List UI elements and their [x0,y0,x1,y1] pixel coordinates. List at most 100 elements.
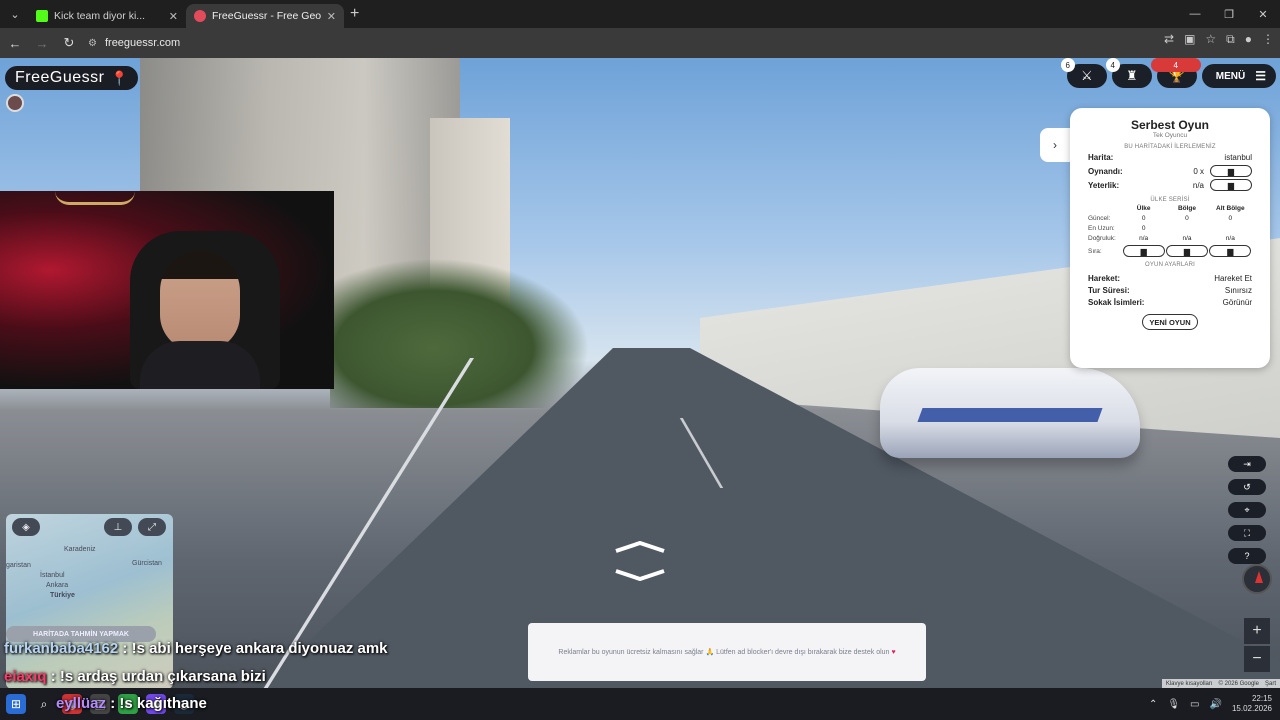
party-button[interactable]: 4 ♜ [1105,58,1152,88]
rank-button[interactable]: ▆ [1122,245,1165,257]
move-label: Hareket: [1088,273,1121,283]
compass-icon[interactable] [1242,564,1272,594]
leaderboard-button[interactable]: 4 🏆 [1150,58,1201,88]
rank-button[interactable]: ▆ [1209,245,1252,257]
stats-button[interactable]: ▆ [1210,179,1252,191]
webcam-overlay [0,191,334,389]
map-row: Harita: istanbul [1088,150,1252,164]
time-value: Sınırsız [1224,285,1252,295]
extensions-icon[interactable]: ⧉ [1226,32,1235,47]
chat-user: eyllüaz [56,695,107,712]
undo-icon[interactable]: ↺ [1228,479,1266,495]
map-label: Gürcistan [132,560,162,567]
new-tab-button[interactable]: + [350,5,359,23]
cell: n/a [1139,235,1149,242]
pin-icon [194,10,206,22]
terms-link[interactable]: Şart [1265,681,1276,687]
kick-icon [36,10,48,22]
profile-icon[interactable]: ● [1245,32,1252,47]
copyright-text: © 2026 Google [1218,680,1259,687]
translate-icon[interactable]: ⇄ [1164,32,1174,47]
stats-button[interactable]: ▆ [1210,165,1252,177]
cell: n/a [1225,235,1235,242]
site-info-icon[interactable]: ⚙ [88,38,97,49]
restore-icon[interactable]: ❐ [1212,0,1246,28]
chevron-down-icon [615,569,665,582]
skill-label: Yeterlik: [1088,180,1120,190]
row-label: Güncel: [1088,215,1111,222]
chat-message: eiaxıq : !s ardaş urdan çıkarsana bizi [4,668,266,685]
cast-icon[interactable]: ▣ [1184,32,1195,47]
return-to-start-icon[interactable]: ⌖ [1228,502,1266,518]
collapse-panel-button[interactable]: › [1040,128,1070,162]
panel-subtitle: Tek Oyuncu [1152,132,1188,139]
help-icon[interactable]: ? [1228,548,1266,564]
row-label: Doğruluk: [1088,235,1116,242]
minimap[interactable]: ◈ ⊥ ⤢ Karadeniz garistan İstanbul Ankara… [6,514,173,688]
count-badge: 4 [1105,58,1120,72]
crossed-swords-icon: ⚔ [1080,68,1093,83]
col-header: Bölge [1177,205,1197,212]
time-label: Tur Süresi: [1088,285,1130,295]
skill-row: Yeterlik: n/a ▆ [1088,178,1252,192]
forward-icon[interactable]: → [30,36,54,51]
close-icon[interactable]: ✕ [327,10,336,23]
pin-toggle-icon[interactable]: ⊥ [104,518,132,536]
tab-kick[interactable]: Kick team diyor ki... ✕ [28,4,186,28]
game-info-panel: Serbest Oyun Tek Oyuncu BU HARİTADAKİ İL… [1070,108,1270,368]
menu-button[interactable]: MENÜ ☰ [1201,64,1276,88]
bookmark-star-icon[interactable]: ☆ [1205,32,1216,47]
browser-actions: ⇄ ▣ ☆ ⧉ ● ⋮ [1164,32,1274,47]
tab-freeguessr[interactable]: FreeGuessr - Free GeoGuessr Al ✕ [186,4,344,28]
map-attribution: Klavye kısayolları © 2026 Google Şart [1161,679,1280,688]
map-label: Türkiye [50,592,75,599]
settings-heading: OYUN AYARLARI [1144,262,1196,268]
layers-icon[interactable]: ◈ [12,518,40,536]
map-label: garistan [6,562,31,569]
skip-icon[interactable]: ⇥ [1228,456,1266,472]
chevron-up-icon[interactable]: ⌃ [1149,699,1157,710]
brand-name: FreeGuessr [15,69,105,86]
minimize-icon[interactable]: — [1178,0,1212,28]
chevron-right-icon: › [1053,138,1057,152]
chat-message: eyllüaz : !s kağıthane [56,695,207,712]
back-icon[interactable]: ← [3,36,27,51]
volume-icon[interactable]: 🔊 [1210,699,1222,710]
avatar[interactable] [6,94,24,112]
skill-value: n/a [1192,180,1204,190]
more-icon[interactable]: ⋮ [1262,32,1274,47]
keyboard-shortcuts-link[interactable]: Klavye kısayolları [1166,681,1213,687]
street-view[interactable]: FreeGuessr 📍 6 ⚔ 4 ♜ 4 🏆 MENÜ ☰ › Serbes… [0,58,1280,688]
heart-icon: ♥ [891,648,896,656]
cell: 0 [1228,215,1233,222]
rank-button[interactable]: ▆ [1165,245,1208,257]
clock[interactable]: 22:15 15.02.2026 [1232,694,1272,714]
start-icon[interactable]: ⊞ [6,694,26,714]
chat-message: furkanbaba4162 : !s abi herşeye ankara d… [4,640,388,657]
map-label: Harita: [1088,152,1114,162]
url-field[interactable]: ⚙ freeguessr.com [80,32,1110,54]
move-back-arrow[interactable] [614,568,666,582]
bar-chart-icon: ▆ [1227,180,1235,190]
fullscreen-icon[interactable]: ⛶ [1228,525,1266,541]
search-icon[interactable]: ⌕ [34,694,54,714]
move-value: Hareket Et [1214,273,1252,283]
duels-button[interactable]: 6 ⚔ [1060,58,1107,88]
zoom-in-button[interactable]: + [1244,618,1270,644]
expand-map-icon[interactable]: ⤢ [138,518,166,536]
network-icon[interactable]: ▭ [1190,699,1199,710]
microphone-icon[interactable]: 🎙 [1167,699,1180,710]
new-game-button[interactable]: YENİ OYUN [1142,314,1198,330]
close-window-icon[interactable]: ✕ [1246,0,1280,28]
chat-user: furkanbaba4162 [4,640,119,657]
played-label: Oynandı: [1088,166,1123,176]
map-label: Karadeniz [64,546,96,553]
count-badge: 6 [1060,58,1075,72]
move-forward-arrow[interactable] [614,540,666,553]
close-icon[interactable]: ✕ [169,10,178,23]
tab-search-chevron-icon[interactable]: ⌄ [2,4,28,24]
reload-icon[interactable]: ↻ [57,35,81,51]
freeguessr-logo[interactable]: FreeGuessr 📍 [5,66,139,90]
cell: n/a [1182,235,1192,242]
zoom-out-button[interactable]: − [1244,646,1270,672]
